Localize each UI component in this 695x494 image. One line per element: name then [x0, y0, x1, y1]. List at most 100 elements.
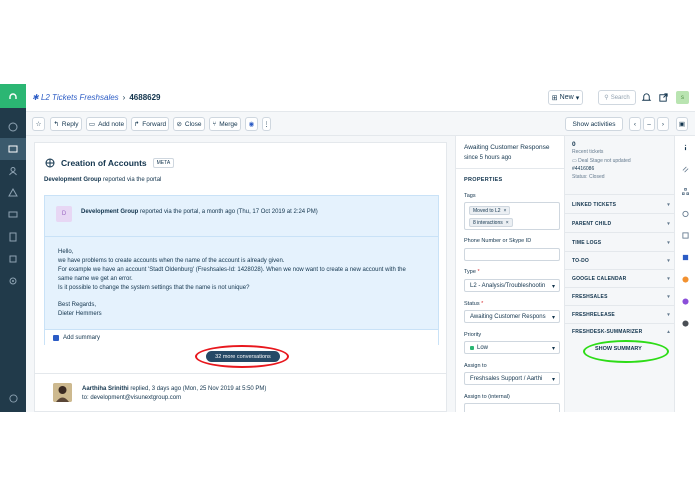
dash-icon: – — [647, 120, 651, 128]
add-note-button[interactable]: ▭ Add note — [86, 117, 127, 131]
dashboard-icon[interactable] — [0, 116, 26, 138]
subject-text: Creation of Accounts — [61, 158, 147, 168]
tickets-icon[interactable] — [0, 138, 26, 160]
message-line: Is it possible to change the system sett… — [58, 285, 250, 291]
status-label: Status — [464, 301, 480, 307]
close-icon[interactable]: × — [506, 220, 509, 226]
assign-internal-label: Assign to (internal) — [464, 394, 510, 400]
more-actions-button[interactable]: ⋮ — [262, 117, 271, 131]
avatar: D — [56, 206, 72, 222]
priority-label: Priority — [464, 332, 482, 338]
meta-button[interactable]: META — [152, 158, 175, 168]
add-summary-button[interactable]: Add summary — [45, 329, 438, 345]
freshdesk-logo-icon[interactable] — [0, 84, 26, 108]
section-label: GOOGLE CALENDAR — [572, 276, 627, 282]
reply-button[interactable]: ↰ Reply — [50, 117, 82, 131]
avatar — [53, 383, 72, 402]
search-button[interactable]: ⚲ Search — [598, 90, 636, 105]
user-avatar[interactable]: s — [676, 91, 689, 104]
chevron-down-icon: ▾ — [667, 240, 670, 246]
recent-item-status: Status: Closed — [572, 174, 605, 180]
recent-item-id: #4416086 — [572, 166, 595, 172]
app-action-button[interactable]: ◉ — [245, 117, 258, 131]
requester-name[interactable]: Development Group — [44, 177, 101, 183]
reports-icon[interactable] — [0, 226, 26, 248]
divider — [565, 194, 674, 195]
freshrelease-icon[interactable] — [682, 298, 689, 305]
message-card: D Development Group reported via the por… — [44, 195, 439, 345]
toggle-sidebar-button[interactable]: ▣ — [676, 117, 688, 131]
chevron-down-icon: ▾ — [551, 377, 555, 383]
divider — [456, 168, 564, 169]
phone-label: Phone Number or Skype ID — [464, 238, 532, 244]
assign-internal-select[interactable] — [464, 403, 560, 412]
status-select[interactable]: Awaiting Customer Respons ▾ — [464, 310, 560, 323]
next-ticket-button[interactable]: › — [657, 117, 669, 131]
close-circle-icon: ⊘ — [176, 121, 182, 128]
timer-icon[interactable] — [682, 210, 689, 217]
previous-ticket-button[interactable]: ‹ — [629, 117, 641, 131]
solutions-icon[interactable] — [0, 182, 26, 204]
forward-icon: ↱ — [133, 121, 140, 128]
ticket-subject: Creation of Accounts META — [45, 158, 175, 168]
forward-button[interactable]: ↱ Forward — [131, 117, 169, 131]
status-label-wrap: Status * — [464, 301, 483, 307]
notifications-bell-icon[interactable] — [641, 92, 652, 103]
section-google-calendar[interactable]: GOOGLE CALENDAR ▾ — [572, 276, 670, 282]
priority-select[interactable]: Low ▾ — [464, 341, 560, 354]
section-linked-tickets[interactable]: LINKED TICKETS ▾ — [572, 202, 670, 208]
section-freshdesk-summarizer[interactable]: FRESHDESK-SUMMARIZER ▴ — [572, 329, 670, 335]
section-label: LINKED TICKETS — [572, 202, 617, 208]
info-icon[interactable] — [682, 144, 689, 151]
sender-name[interactable]: Development Group — [81, 209, 138, 215]
tag-chip[interactable]: Moved to L2 × — [469, 206, 511, 215]
tag-chip[interactable]: 8 interactions × — [469, 218, 513, 227]
chevron-right-icon: › — [661, 120, 665, 128]
breadcrumb-link[interactable]: ✱ L2 Tickets Freshsales — [32, 93, 119, 102]
admin-gear-icon[interactable] — [0, 270, 26, 292]
reply-icon: ↰ — [53, 121, 59, 128]
help-icon[interactable] — [0, 394, 26, 408]
link-icon[interactable] — [682, 166, 689, 173]
search-icon: ⚲ — [604, 95, 609, 101]
recent-ticket-item[interactable]: ▭ Deal Stage not updated #4416086 Status… — [572, 157, 668, 181]
ticket-list-button[interactable]: – — [643, 117, 655, 131]
new-button[interactable]: ⊞ New ▾ — [548, 90, 583, 105]
hierarchy-icon[interactable] — [682, 188, 689, 195]
section-freshsales[interactable]: FRESHSALES ▾ — [572, 294, 670, 300]
close-button[interactable]: ⊘ Close — [173, 117, 205, 131]
section-parent-child[interactable]: PARENT CHILD ▾ — [572, 221, 670, 227]
section-to-do[interactable]: TO-DO ▾ — [572, 258, 670, 264]
divider — [35, 373, 446, 374]
phone-icon[interactable] — [0, 248, 26, 270]
type-select[interactable]: L2 - Analysis/Troubleshootin ▾ — [464, 279, 560, 292]
merge-button[interactable]: ⑂ Merge — [209, 117, 241, 131]
section-label: FRESHDESK-SUMMARIZER — [572, 329, 643, 335]
assign-select[interactable]: Freshsales Support / Aarthi ▾ — [464, 372, 560, 385]
more-icon: ⋮ — [263, 121, 270, 128]
chevron-up-icon: ▴ — [667, 329, 670, 335]
section-time-logs[interactable]: TIME LOGS ▾ — [572, 240, 670, 246]
forums-icon[interactable] — [0, 204, 26, 226]
show-activities-button[interactable]: Show activities — [565, 117, 623, 131]
calendar-icon[interactable] — [682, 254, 689, 261]
divider — [565, 305, 674, 306]
chevron-left-icon: ‹ — [633, 120, 637, 128]
tags-input[interactable]: Moved to L2 × 8 interactions × — [464, 202, 560, 230]
section-freshrelease[interactable]: FRESHRELEASE ▾ — [572, 312, 670, 318]
phone-field[interactable] — [464, 248, 560, 261]
merge-label: Merge — [219, 120, 238, 128]
show-activities-label: Show activities — [572, 120, 616, 128]
reply-sender[interactable]: Aarthiha Srinithi — [82, 386, 129, 392]
checklist-icon[interactable] — [682, 232, 689, 239]
tag-label: 8 interactions — [473, 219, 503, 226]
contacts-icon[interactable] — [0, 160, 26, 182]
recent-label: Recent tickets — [572, 149, 604, 155]
divider — [45, 236, 438, 237]
share-icon[interactable] — [658, 92, 669, 103]
summarizer-icon[interactable] — [682, 320, 689, 327]
freshsales-icon[interactable] — [682, 276, 689, 283]
star-button[interactable]: ☆ — [32, 117, 45, 131]
star-icon: ☆ — [35, 121, 42, 128]
close-icon[interactable]: × — [504, 208, 507, 214]
